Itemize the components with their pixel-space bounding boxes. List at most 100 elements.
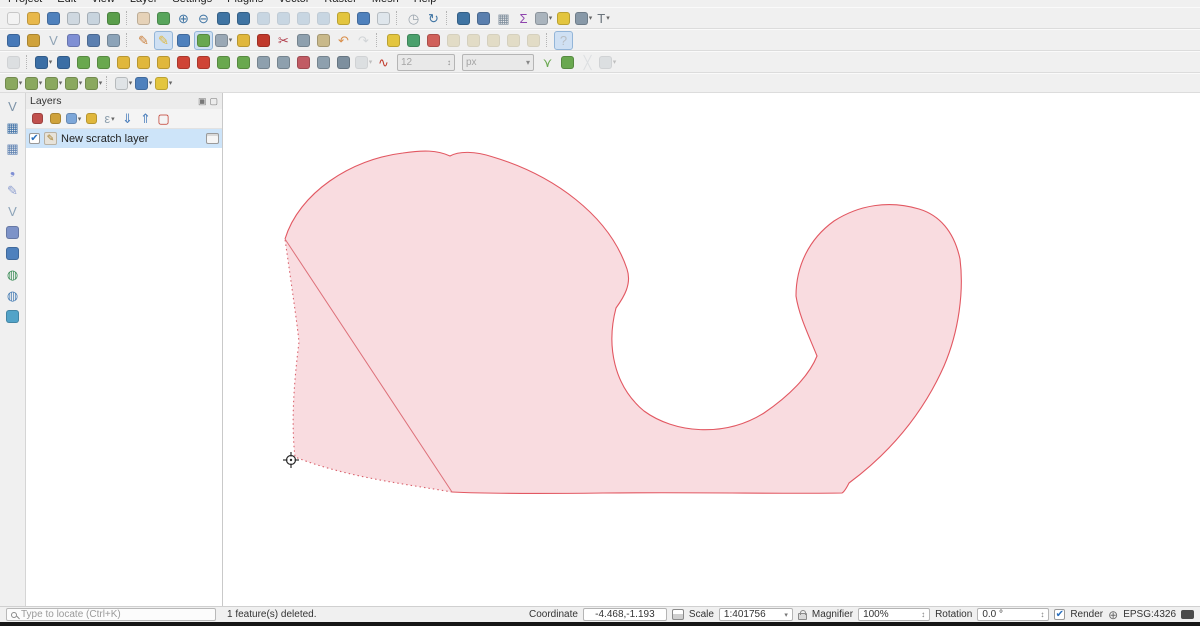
add-ring-icon[interactable] — [114, 53, 133, 72]
draw-rectangle-icon[interactable]: ▾ — [64, 74, 83, 93]
draw-circle-icon[interactable]: ▾ — [24, 74, 43, 93]
scale-combo[interactable]: 1:401756 ▾ — [719, 608, 793, 621]
vertex-tool-icon[interactable]: ▾ — [214, 31, 233, 50]
pan-to-selection-icon[interactable] — [154, 9, 173, 28]
menu-plugins[interactable]: Plugins — [227, 0, 263, 7]
add-polygon-feature-icon[interactable] — [194, 31, 213, 50]
add-part-icon[interactable] — [134, 53, 153, 72]
identify-features-icon[interactable] — [454, 9, 473, 28]
save-layer-edits-icon[interactable] — [174, 31, 193, 50]
rotate-feature-icon[interactable] — [74, 53, 93, 72]
menu-mesh[interactable]: Mesh — [372, 0, 399, 7]
map-canvas[interactable] — [223, 93, 1200, 606]
merge-attributes-icon[interactable] — [314, 53, 333, 72]
add-postgis-layer-icon[interactable] — [3, 223, 22, 242]
layer-visibility-checkbox[interactable]: ✔ — [29, 133, 40, 144]
split-parts-icon[interactable] — [274, 53, 293, 72]
extents-toggle-icon[interactable] — [672, 609, 684, 620]
current-edits-icon[interactable]: ✎ — [134, 31, 153, 50]
rotation-spinbox[interactable]: 0.0 ° ↕ — [977, 608, 1049, 621]
enable-snapping-icon[interactable] — [558, 53, 577, 72]
draw-regular-polygon-icon[interactable]: ▾ — [84, 74, 103, 93]
crs-value[interactable]: EPSG:4326 — [1123, 609, 1176, 620]
temporal-controller-icon[interactable]: ◷ — [404, 9, 423, 28]
layer-labeling-icon[interactable] — [384, 31, 403, 50]
delete-ring-icon[interactable] — [174, 53, 193, 72]
open-layer-styling-icon[interactable] — [29, 110, 46, 127]
magnifier-spinbox[interactable]: 100% ↕ — [858, 608, 930, 621]
circular-string-icon[interactable]: ▾ — [4, 74, 23, 93]
split-features-icon[interactable] — [254, 53, 273, 72]
rotate-point-symbols-icon[interactable] — [334, 53, 353, 72]
menu-view[interactable]: View — [91, 0, 115, 7]
select-features-icon[interactable]: ▾ — [114, 74, 133, 93]
style-manager-icon[interactable] — [104, 9, 123, 28]
pan-map-icon[interactable] — [134, 9, 153, 28]
filter-legend-icon[interactable] — [83, 110, 100, 127]
measure-icon[interactable]: ▾ — [534, 9, 553, 28]
new-spatialite-layer-icon[interactable]: ✎ — [3, 181, 22, 200]
new-spatialite-layer-icon[interactable] — [64, 31, 83, 50]
add-mesh-layer-icon[interactable]: ▦ — [3, 139, 22, 158]
draw-ellipse-icon[interactable]: ▾ — [44, 74, 63, 93]
paste-features-icon[interactable] — [314, 31, 333, 50]
zoom-native-icon[interactable] — [214, 9, 233, 28]
messages-icon[interactable] — [1181, 610, 1194, 619]
new-3d-map-icon[interactable]: ▾ — [574, 9, 593, 28]
menu-raster[interactable]: Raster — [324, 0, 356, 7]
expand-all-icon[interactable]: ⇓ — [119, 110, 136, 127]
add-wfs-layer-icon[interactable]: ◍ — [3, 286, 22, 305]
new-bookmark-icon[interactable] — [334, 9, 353, 28]
layer-diagram-icon[interactable] — [424, 31, 443, 50]
coordinate-field[interactable]: -4.468,-1.193 — [583, 608, 667, 621]
panel-close-icon[interactable]: ▢ — [209, 96, 218, 107]
delete-selected-icon[interactable] — [254, 31, 273, 50]
move-feature-icon[interactable]: ▾ — [34, 53, 53, 72]
toggle-editing-icon[interactable]: ✎ — [154, 31, 173, 50]
render-checkbox[interactable]: ✔ — [1054, 609, 1065, 620]
new-print-layout-icon[interactable] — [64, 9, 83, 28]
menu-help[interactable]: Help — [414, 0, 437, 7]
merge-features-icon[interactable] — [294, 53, 313, 72]
add-delimited-text-layer-icon[interactable]: ❟ — [3, 160, 22, 179]
add-virtual-layer-icon[interactable]: V — [3, 202, 22, 221]
memory-layer-indicator-icon[interactable] — [206, 133, 219, 144]
refresh-map-icon[interactable]: ↻ — [424, 9, 443, 28]
zoom-in-icon[interactable]: ⊕ — [174, 9, 193, 28]
new-temporary-scratch-layer-icon[interactable] — [84, 31, 103, 50]
delete-part-icon[interactable] — [194, 53, 213, 72]
menu-layer[interactable]: Layer — [130, 0, 158, 7]
open-attribute-table-icon[interactable]: ▦ — [494, 9, 513, 28]
add-wcs-layer-icon[interactable] — [3, 307, 22, 326]
locate-search-input[interactable]: Type to locate (Ctrl+K) — [6, 608, 216, 621]
add-group-icon[interactable] — [47, 110, 64, 127]
enable-tracing-icon[interactable]: ⋎ — [538, 53, 557, 72]
add-mssql-layer-icon[interactable] — [3, 244, 22, 263]
new-project-icon[interactable] — [4, 9, 23, 28]
new-shapefile-layer-icon[interactable]: V — [44, 31, 63, 50]
collapse-all-icon[interactable]: ⇑ — [137, 110, 154, 127]
menu-vector[interactable]: Vector — [278, 0, 309, 7]
run-feature-action-icon[interactable] — [474, 9, 493, 28]
open-project-icon[interactable] — [24, 9, 43, 28]
layer-labeling-options-icon[interactable] — [404, 31, 423, 50]
menu-project[interactable]: Project — [8, 0, 42, 7]
cut-features-icon[interactable]: ✂ — [274, 31, 293, 50]
reshape-features-icon[interactable] — [234, 53, 253, 72]
select-by-form-icon[interactable]: ▾ — [134, 74, 153, 93]
modify-attributes-icon[interactable] — [234, 31, 253, 50]
statistical-summary-icon[interactable]: Σ — [514, 9, 533, 28]
map-tips-icon[interactable] — [554, 9, 573, 28]
copy-move-feature-icon[interactable] — [54, 53, 73, 72]
add-raster-layer-icon[interactable]: ▦ — [3, 118, 22, 137]
new-virtual-layer-icon[interactable] — [104, 31, 123, 50]
fill-ring-icon[interactable] — [154, 53, 173, 72]
zoom-full-icon[interactable] — [234, 9, 253, 28]
panel-dock-icon[interactable]: ▣ — [198, 96, 207, 107]
help-contents-icon[interactable]: ? — [554, 31, 573, 50]
new-map-view-icon[interactable] — [374, 9, 393, 28]
zoom-out-icon[interactable]: ⊖ — [194, 9, 213, 28]
offset-curve-icon[interactable] — [214, 53, 233, 72]
show-bookmarks-icon[interactable] — [354, 9, 373, 28]
remove-layer-icon[interactable]: ▢ — [155, 110, 172, 127]
